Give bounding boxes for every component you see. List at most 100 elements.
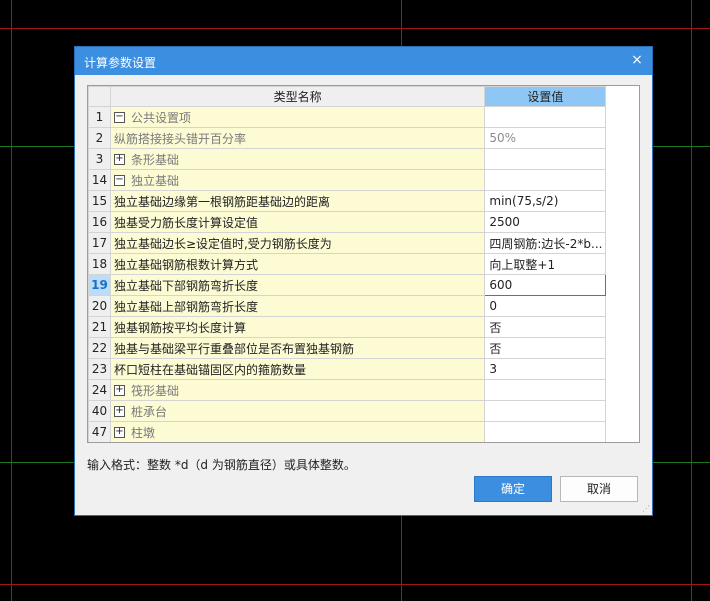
- table-header-row: 类型名称 设置值: [88, 86, 639, 107]
- row-filler: [605, 211, 639, 233]
- param-name-cell[interactable]: 独立基础边长≥设定值时,受力钢筋长度为: [109, 232, 486, 254]
- column-header-value[interactable]: 设置值: [484, 86, 607, 107]
- param-name-cell[interactable]: + 柱墩: [109, 421, 486, 442]
- param-name-cell[interactable]: 独立基础钢筋根数计算方式: [109, 253, 486, 275]
- column-header-name[interactable]: 类型名称: [109, 86, 486, 107]
- row-filler: [605, 337, 639, 359]
- row-number[interactable]: 24: [88, 379, 111, 401]
- param-value-cell[interactable]: 0: [484, 295, 607, 317]
- param-value-cell[interactable]: 50%: [484, 127, 607, 149]
- collapse-icon[interactable]: −: [113, 111, 125, 123]
- cancel-button[interactable]: 取消: [560, 476, 638, 502]
- table-row[interactable]: 18 独立基础钢筋根数计算方式 向上取整+1: [88, 253, 639, 275]
- param-value-cell[interactable]: 3: [484, 358, 607, 380]
- value-editor[interactable]: 600: [484, 274, 607, 296]
- row-filler: [605, 232, 639, 254]
- group-label: 桩承台: [130, 404, 167, 419]
- row-number[interactable]: 14: [88, 169, 111, 191]
- group-label: 条形基础: [130, 152, 179, 167]
- dialog-title: 计算参数设置: [84, 56, 157, 70]
- param-name-cell[interactable]: 杯口短柱在基础锚固区内的箍筋数量: [109, 358, 486, 380]
- ok-button[interactable]: 确定: [474, 476, 552, 502]
- collapse-icon[interactable]: −: [113, 174, 125, 186]
- table-row[interactable]: 47 + 柱墩: [88, 421, 639, 442]
- param-name-cell[interactable]: 独基与基础梁平行重叠部位是否布置独基钢筋: [109, 337, 486, 359]
- table-row[interactable]: 24 + 筏形基础: [88, 379, 639, 401]
- expand-icon[interactable]: +: [113, 426, 125, 438]
- table-row[interactable]: 14− 独立基础: [88, 169, 639, 191]
- param-value-cell[interactable]: 四周钢筋:边长-2*b...: [484, 232, 607, 254]
- row-number[interactable]: 15: [88, 190, 111, 212]
- canvas-grid-line: [691, 0, 692, 601]
- row-filler: [605, 190, 639, 212]
- row-filler: [605, 358, 639, 380]
- param-label: 独基受力筋长度计算设定值: [113, 215, 258, 230]
- param-name-cell[interactable]: + 桩承台: [109, 400, 486, 422]
- row-number[interactable]: 40: [88, 400, 111, 422]
- row-number[interactable]: 22: [88, 337, 111, 359]
- param-name-cell[interactable]: 独立基础边缘第一根钢筋距基础边的距离: [109, 190, 486, 212]
- expand-icon[interactable]: +: [113, 384, 125, 396]
- table-row[interactable]: 3 + 条形基础: [88, 148, 639, 170]
- param-value-cell[interactable]: min(75,s/2): [484, 190, 607, 212]
- table-row[interactable]: 17 独立基础边长≥设定值时,受力钢筋长度为 四周钢筋:边长-2*b...: [88, 232, 639, 254]
- param-name-cell[interactable]: 独立基础上部钢筋弯折长度: [109, 295, 486, 317]
- row-filler: [605, 421, 639, 442]
- param-value-cell: [484, 169, 607, 191]
- param-name-cell[interactable]: 独基钢筋按平均长度计算: [109, 316, 486, 338]
- param-value-cell[interactable]: 否: [484, 316, 607, 338]
- param-label: 独立基础上部钢筋弯折长度: [113, 299, 258, 314]
- expand-icon[interactable]: +: [113, 405, 125, 417]
- input-format-hint: 输入格式：整数 *d（d 为钢筋直径）或具体整数。: [87, 458, 356, 472]
- row-number[interactable]: 2: [88, 127, 111, 149]
- table-row[interactable]: 2 纵筋搭接接头错开百分率 50%: [88, 127, 639, 149]
- row-filler: [605, 106, 639, 128]
- table-row[interactable]: 1− 公共设置项: [88, 106, 639, 128]
- row-number[interactable]: 47: [88, 421, 111, 442]
- param-name-cell[interactable]: − 独立基础: [109, 169, 486, 191]
- close-icon[interactable]: ×: [628, 52, 646, 70]
- table-row[interactable]: 21 独基钢筋按平均长度计算 否: [88, 316, 639, 338]
- row-number[interactable]: 1: [88, 106, 111, 128]
- canvas-axis-line: [652, 462, 710, 463]
- row-number[interactable]: 18: [88, 253, 111, 275]
- table-row[interactable]: 15 独立基础边缘第一根钢筋距基础边的距离 min(75,s/2): [88, 190, 639, 212]
- row-filler: [605, 379, 639, 401]
- param-label: 杯口短柱在基础锚固区内的箍筋数量: [113, 362, 306, 377]
- row-number[interactable]: 17: [88, 232, 111, 254]
- param-name-cell[interactable]: 独立基础下部钢筋弯折长度: [109, 274, 486, 296]
- param-value-cell: [484, 148, 607, 170]
- param-value-cell[interactable]: 向上取整+1: [484, 253, 607, 275]
- row-filler: [605, 400, 639, 422]
- resize-grip-icon[interactable]: ⋰: [642, 505, 650, 513]
- row-number[interactable]: 20: [88, 295, 111, 317]
- table-row[interactable]: 19 独立基础下部钢筋弯折长度 600: [88, 274, 639, 296]
- table-row[interactable]: 20 独立基础上部钢筋弯折长度 0: [88, 295, 639, 317]
- param-label: 独立基础下部钢筋弯折长度: [113, 278, 258, 293]
- row-number[interactable]: 21: [88, 316, 111, 338]
- param-label: 独立基础钢筋根数计算方式: [113, 257, 258, 272]
- row-filler: [605, 169, 639, 191]
- param-name-cell[interactable]: 独基受力筋长度计算设定值: [109, 211, 486, 233]
- param-name-cell[interactable]: 纵筋搭接接头错开百分率: [109, 127, 486, 149]
- param-label: 独基与基础梁平行重叠部位是否布置独基钢筋: [113, 341, 354, 356]
- param-name-cell[interactable]: + 条形基础: [109, 148, 486, 170]
- row-number[interactable]: 3: [88, 148, 111, 170]
- param-name-cell[interactable]: − 公共设置项: [109, 106, 486, 128]
- table-row[interactable]: 16 独基受力筋长度计算设定值 2500: [88, 211, 639, 233]
- table-row[interactable]: 40 + 桩承台: [88, 400, 639, 422]
- row-number[interactable]: 19: [88, 274, 111, 296]
- param-value-cell: [484, 400, 607, 422]
- table-row[interactable]: 22 独基与基础梁平行重叠部位是否布置独基钢筋 否: [88, 337, 639, 359]
- dialog-titlebar[interactable]: 计算参数设置 ×: [75, 47, 652, 75]
- expand-icon[interactable]: +: [113, 153, 125, 165]
- row-number[interactable]: 16: [88, 211, 111, 233]
- row-number[interactable]: 23: [88, 358, 111, 380]
- group-label: 公共设置项: [130, 110, 191, 125]
- calc-params-dialog: 计算参数设置 × 类型名称 设置值 1− 公共设置项 2 纵筋搭接接头错开百分率 50%…: [75, 47, 652, 515]
- param-name-cell[interactable]: + 筏形基础: [109, 379, 486, 401]
- param-value-cell[interactable]: 否: [484, 337, 607, 359]
- table-row[interactable]: 23 杯口短柱在基础锚固区内的箍筋数量 3: [88, 358, 639, 380]
- param-value-cell: [484, 106, 607, 128]
- param-value-cell[interactable]: 2500: [484, 211, 607, 233]
